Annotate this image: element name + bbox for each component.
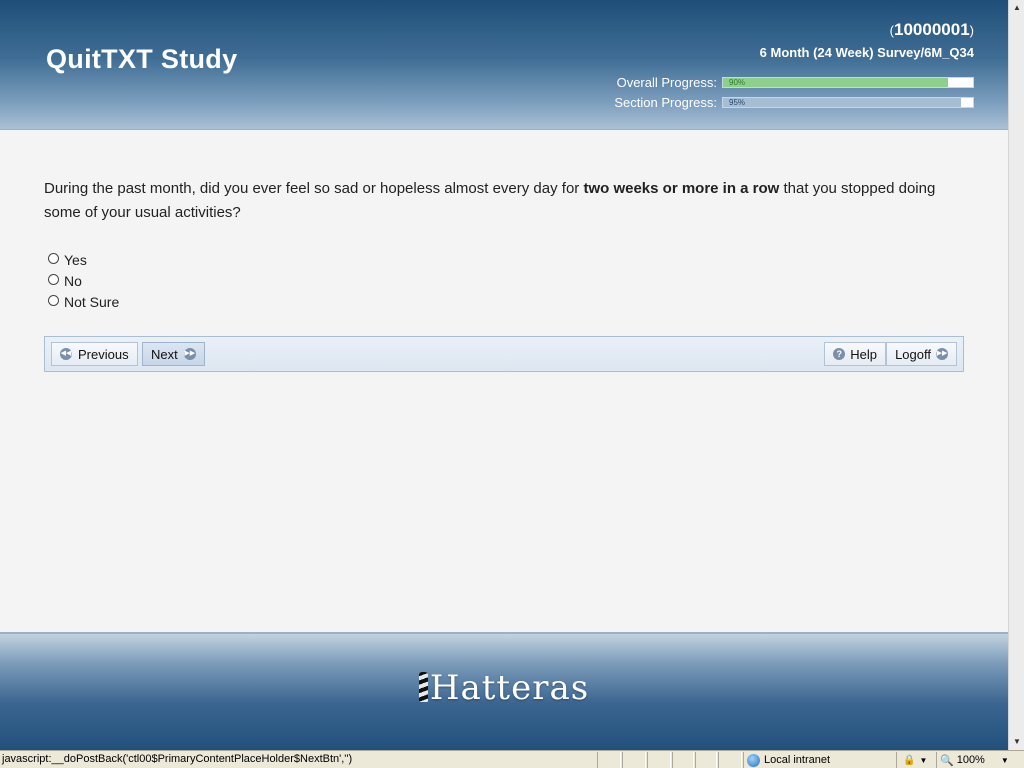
zoom-level: 100% [956, 754, 985, 766]
previous-button-label: Previous [78, 346, 129, 362]
logoff-button-label: Logoff [895, 346, 931, 362]
answer-option-no[interactable]: No [48, 270, 119, 291]
question-text-start: During the past month, did you ever feel… [44, 180, 584, 197]
logoff-forward-circle-icon: ▶▶ [936, 348, 948, 360]
answer-option-yes[interactable]: Yes [48, 249, 119, 270]
status-panel-1 [597, 752, 621, 768]
radio-no[interactable] [48, 274, 59, 285]
globe-icon [747, 753, 760, 767]
overall-progress: Overall Progress: 90% [616, 74, 974, 90]
hatteras-logo: Hatteras [0, 668, 1008, 708]
footer-banner: Hatteras [0, 632, 1008, 750]
question-circle-icon: ? [833, 348, 846, 360]
section-progress-fill [723, 97, 961, 107]
vertical-scrollbar[interactable]: ▲ ▼ [1008, 0, 1024, 750]
answer-label-no[interactable]: No [64, 273, 82, 289]
status-panel-2 [622, 752, 646, 768]
answer-option-not-sure[interactable]: Not Sure [48, 291, 119, 312]
lighthouse-icon [418, 672, 428, 702]
question-text: During the past month, did you ever feel… [44, 177, 944, 225]
answer-label-yes[interactable]: Yes [64, 252, 87, 268]
radio-not-sure[interactable] [48, 295, 59, 306]
participant-id: (10000001) [890, 20, 974, 40]
logoff-button[interactable]: Logoff ▶▶ [886, 342, 957, 366]
status-panel-4 [672, 752, 694, 768]
answer-label-not-sure[interactable]: Not Sure [64, 294, 119, 310]
scroll-up-arrow-icon[interactable]: ▲ [1009, 0, 1024, 16]
header-banner: QuitTXT Study (10000001) 6 Month (24 Wee… [0, 0, 1008, 130]
browser-status-bar: javascript:__doPostBack('ctl00$PrimaryCo… [0, 750, 1024, 768]
previous-button[interactable]: ◀◀ Previous [51, 342, 138, 366]
survey-name: 6 Month (24 Week) Survey/6M_Q34 [759, 45, 974, 60]
zoom-chevron-down-icon: ▼ [1000, 755, 1009, 765]
overall-progress-label: Overall Progress: [616, 74, 717, 90]
section-progress: Section Progress: 95% [614, 94, 974, 110]
scroll-down-arrow-icon[interactable]: ▼ [1009, 734, 1024, 750]
participant-id-value: 10000001 [894, 20, 970, 39]
study-title: QuitTXT Study [46, 44, 238, 74]
fast-forward-circle-icon: ▶▶ [183, 348, 196, 360]
zoom-control[interactable]: 🔍 100% ▼ [936, 752, 1024, 768]
help-button-label: Help [850, 346, 877, 362]
protected-mode-indicator[interactable]: 🔒 ▼ [896, 752, 934, 768]
magnifier-icon: 🔍 [940, 754, 954, 767]
next-button-label: Next [151, 346, 178, 362]
rewind-circle-icon: ◀◀ [60, 348, 72, 360]
status-panel-5 [695, 752, 717, 768]
overall-progress-fill [723, 77, 948, 87]
lock-icon: 🔒 [903, 754, 916, 766]
security-zone[interactable]: Local intranet [743, 752, 893, 768]
page-viewport: QuitTXT Study (10000001) 6 Month (24 Wee… [0, 0, 1008, 750]
section-progress-label: Section Progress: [614, 94, 717, 110]
status-panel-6 [718, 752, 742, 768]
navigation-bar: ◀◀ Previous Next ▶▶ ? Help Logoff ▶▶ [44, 336, 964, 372]
radio-yes[interactable] [48, 253, 59, 264]
section-progress-percent: 95% [729, 97, 746, 107]
security-zone-label: Local intranet [764, 754, 831, 766]
chevron-down-icon: ▼ [919, 755, 928, 765]
answer-options: Yes No Not Sure [48, 249, 119, 312]
status-panel-3 [647, 752, 671, 768]
participant-id-close-paren: ) [969, 23, 974, 38]
help-button[interactable]: ? Help [824, 342, 886, 366]
status-bar-link-text: javascript:__doPostBack('ctl00$PrimaryCo… [2, 753, 353, 765]
hatteras-logo-text: Hatteras [429, 668, 590, 708]
section-progress-bar: 95% [722, 96, 974, 108]
next-button[interactable]: Next ▶▶ [142, 342, 205, 366]
question-text-emphasis: two weeks or more in a row [583, 180, 780, 197]
overall-progress-bar: 90% [722, 76, 974, 88]
overall-progress-percent: 90% [729, 77, 746, 87]
